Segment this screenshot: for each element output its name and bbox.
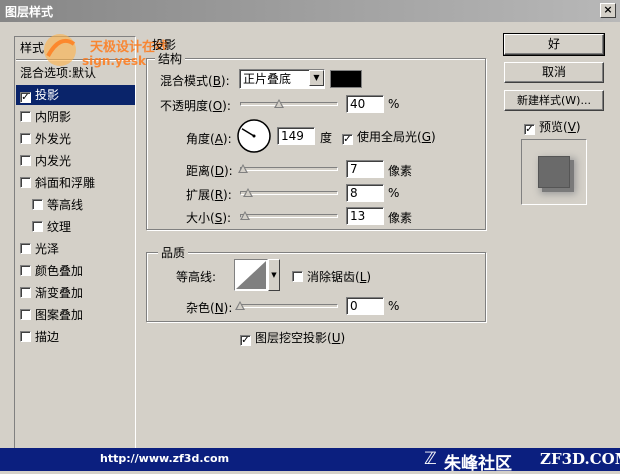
footer-brand-en: ZF3D.COM (540, 450, 620, 468)
blend-mode-select[interactable]: 正片叠底 ▼ (239, 69, 325, 89)
noise-label: 杂色(N): (186, 301, 233, 315)
size-input[interactable]: 13 (346, 207, 384, 225)
sidebar-item[interactable]: 渐变叠加 (16, 283, 135, 303)
size-label: 大小(S): (186, 211, 232, 225)
sidebar-item-label: 颜色叠加 (35, 264, 84, 278)
antialias-checkbox-box[interactable] (292, 271, 303, 282)
distance-input[interactable]: 7 (346, 160, 384, 178)
shadow-color-swatch[interactable] (330, 70, 362, 88)
distance-label: 距离(D): (186, 164, 233, 178)
sidebar-item-checkbox[interactable] (20, 133, 31, 144)
sidebar-item[interactable]: 描边 (16, 327, 135, 347)
sidebar-item[interactable]: 光泽 (16, 239, 135, 259)
cancel-button[interactable]: 取消 (504, 62, 604, 83)
sidebar-item-checkbox[interactable] (20, 243, 31, 254)
quality-group-title: 品质 (158, 244, 189, 261)
structure-group-title: 结构 (155, 50, 186, 67)
sidebar-item-label: 内阴影 (35, 110, 72, 124)
sidebar-item[interactable]: 纹理 (16, 217, 135, 237)
window-title: 图层样式 (5, 5, 54, 19)
sidebar-item[interactable]: 内发光 (16, 151, 135, 171)
sidebar-item[interactable]: 颜色叠加 (16, 261, 135, 281)
sidebar-item-checkbox[interactable] (32, 199, 43, 210)
knockout-checkbox-box[interactable]: ✓ (240, 335, 251, 346)
sidebar-item[interactable]: 斜面和浮雕 (16, 173, 135, 193)
style-preview (521, 139, 587, 205)
distance-unit: 像素 (388, 164, 413, 178)
preview-square (538, 156, 570, 188)
opacity-label: 不透明度(O): (160, 99, 231, 113)
sidebar-item-label: 光泽 (35, 242, 60, 256)
footer-logo-icon: ℤ (424, 449, 437, 469)
opacity-slider[interactable] (240, 99, 338, 111)
watermark-text-2: sign.yesk (82, 54, 147, 68)
spread-input[interactable]: 8 (346, 184, 384, 202)
angle-label: 角度(A): (186, 132, 232, 146)
sidebar-item-checkbox[interactable] (20, 265, 31, 276)
sidebar-item-checkbox[interactable] (20, 287, 31, 298)
blend-mode-label: 混合模式(B): (160, 74, 230, 88)
spread-unit: % (388, 186, 400, 200)
noise-unit: % (388, 299, 400, 313)
sidebar-item-checkbox[interactable] (20, 155, 31, 166)
noise-slider[interactable] (235, 301, 338, 313)
dropdown-arrow-icon[interactable]: ▼ (309, 70, 324, 86)
sidebar-item-checkbox[interactable] (20, 111, 31, 122)
sidebar-item-label: 投影 (35, 88, 60, 102)
sidebar-item-label: 等高线 (47, 198, 84, 212)
sidebar-item-label: 纹理 (47, 220, 72, 234)
contour-picker[interactable] (234, 259, 268, 291)
footer-brand: 朱峰社区 (444, 454, 512, 474)
footer-url: http://www.zf3d.com (100, 452, 230, 465)
antialias-checkbox[interactable]: 消除锯齿(L) (292, 268, 371, 285)
size-unit: 像素 (388, 211, 413, 225)
knockout-checkbox[interactable]: ✓ 图层挖空投影(U) (240, 329, 345, 346)
spread-slider[interactable] (240, 188, 338, 200)
sidebar-item-label: 斜面和浮雕 (35, 176, 96, 190)
contour-label: 等高线: (176, 270, 217, 284)
global-light-checkbox-box[interactable]: ✓ (342, 134, 353, 145)
contour-dropdown-arrow-icon[interactable]: ▼ (268, 259, 280, 291)
sidebar-item-checkbox[interactable] (32, 221, 43, 232)
new-style-button[interactable]: 新建样式(W)... (504, 90, 604, 111)
global-light-checkbox[interactable]: ✓ 使用全局光(G) (342, 128, 436, 145)
sidebar-item-checkbox[interactable]: ✓ (20, 92, 31, 103)
sidebar-item-label: 渐变叠加 (35, 286, 84, 300)
ok-button[interactable]: 好 (503, 33, 605, 56)
footer-banner: http://www.zf3d.com ℤ 朱峰社区 ZF3D.COM (0, 448, 620, 474)
preview-checkbox-box[interactable]: ✓ (524, 124, 535, 135)
sidebar-item-label: 外发光 (35, 132, 72, 146)
sidebar-item[interactable]: 外发光 (16, 129, 135, 149)
sidebar-item[interactable]: ✓ 投影 (16, 85, 135, 105)
sidebar-item[interactable]: 等高线 (16, 195, 135, 215)
style-list-panel: 样式 混合选项:默认 ✓ 投影 内阴影 外发光 内发光 斜面和浮雕 等高线 纹理 光泽 颜色叠加 渐变… (14, 36, 136, 460)
sidebar-item[interactable]: 内阴影 (16, 107, 135, 127)
sidebar-item-label: 描边 (35, 330, 60, 344)
sidebar-item-checkbox[interactable] (20, 177, 31, 188)
close-button[interactable]: × (600, 3, 616, 18)
preview-checkbox[interactable]: ✓ 预览(V) (524, 118, 581, 135)
distance-slider[interactable] (237, 164, 338, 176)
sidebar-item-checkbox[interactable] (20, 309, 31, 320)
opacity-input[interactable]: 40 (346, 95, 384, 113)
contour-linear-icon (236, 261, 266, 289)
sidebar-item-label: 图案叠加 (35, 308, 84, 322)
opacity-unit: % (388, 97, 400, 111)
noise-input[interactable]: 0 (346, 297, 384, 315)
sidebar-item-checkbox[interactable] (20, 331, 31, 342)
watermark-logo-icon (44, 34, 76, 66)
sidebar-item[interactable]: 图案叠加 (16, 305, 135, 325)
spread-label: 扩展(R): (186, 188, 232, 202)
title-bar: 图层样式 × (0, 0, 620, 22)
blend-mode-value: 正片叠底 (243, 72, 292, 86)
sidebar-item-label: 内发光 (35, 154, 72, 168)
angle-unit: 度 (320, 131, 333, 145)
size-slider[interactable] (239, 211, 338, 223)
angle-input[interactable]: 149 (277, 127, 315, 145)
angle-dial[interactable] (236, 118, 272, 154)
